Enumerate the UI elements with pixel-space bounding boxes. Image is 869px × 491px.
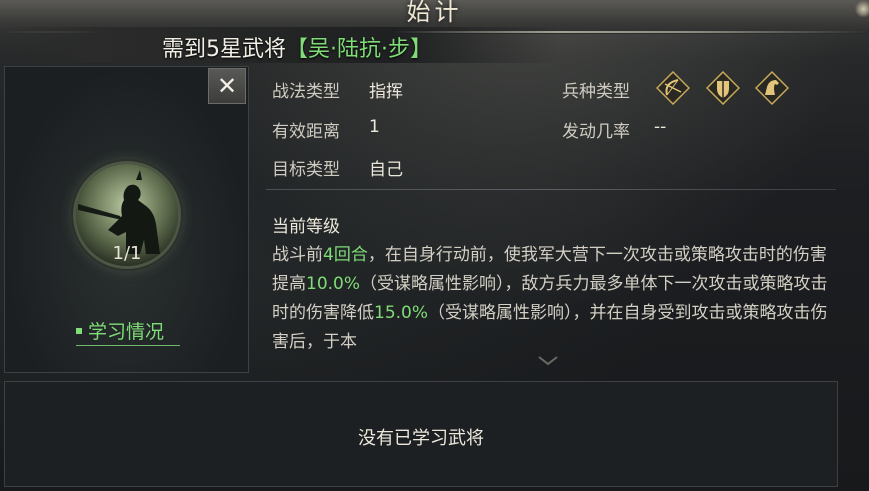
target-type-label: 目标类型 (272, 160, 340, 180)
trigger-rate-value: -- (654, 117, 667, 137)
horse-icon (754, 70, 790, 106)
condition-text: 需到5星武将【吴·陆抗·步】 (162, 31, 432, 63)
desc-turns: 4回合 (323, 245, 368, 265)
info-divider (266, 189, 836, 190)
tactic-title: 始计 (406, 0, 463, 26)
tactic-type-value: 指挥 (369, 82, 403, 102)
tactic-detail-screen: 始计 需到5星武将【吴·陆抗·步】 ✕ 1/1 学习情况 战法类型 指挥 有效距… (0, 0, 869, 491)
close-icon: ✕ (216, 72, 238, 100)
desc-damage-reduction: 15.0% (374, 303, 429, 323)
learned-generals-panel: 没有已学习武将 (4, 381, 838, 487)
condition-prefix: 需到5星武将 (162, 37, 286, 62)
bow-icon (655, 70, 691, 106)
desc-part-1: 战斗前 (272, 245, 323, 265)
desc-damage-increase: 10.0% (306, 274, 361, 294)
current-level-title: 当前等级 (272, 217, 340, 237)
bullet-square-icon (76, 327, 82, 334)
target-type-value: 自己 (369, 160, 403, 180)
learn-status-label: 学习情况 (88, 321, 165, 343)
chevron-down-icon[interactable] (538, 356, 558, 366)
learn-status-link[interactable]: 学习情况 (76, 317, 180, 346)
tactic-type-label: 战法类型 (272, 82, 340, 102)
condition-general: 【吴·陆抗·步】 (286, 37, 432, 62)
shield-icon (705, 70, 741, 106)
general-count: 1/1 (112, 243, 142, 264)
no-learned-generals-text: 没有已学习武将 (358, 428, 484, 449)
corner-ornament (855, 0, 869, 18)
tactic-description: 战斗前4回合，在自身行动前，使我军大营下一次攻击或策略攻击时的伤害提高10.0%… (272, 241, 828, 367)
trigger-rate-label: 发动几率 (562, 122, 630, 142)
troop-type-label: 兵种类型 (562, 82, 630, 102)
range-value: 1 (369, 117, 380, 137)
close-button[interactable]: ✕ (208, 68, 246, 104)
range-label: 有效距离 (272, 122, 340, 142)
